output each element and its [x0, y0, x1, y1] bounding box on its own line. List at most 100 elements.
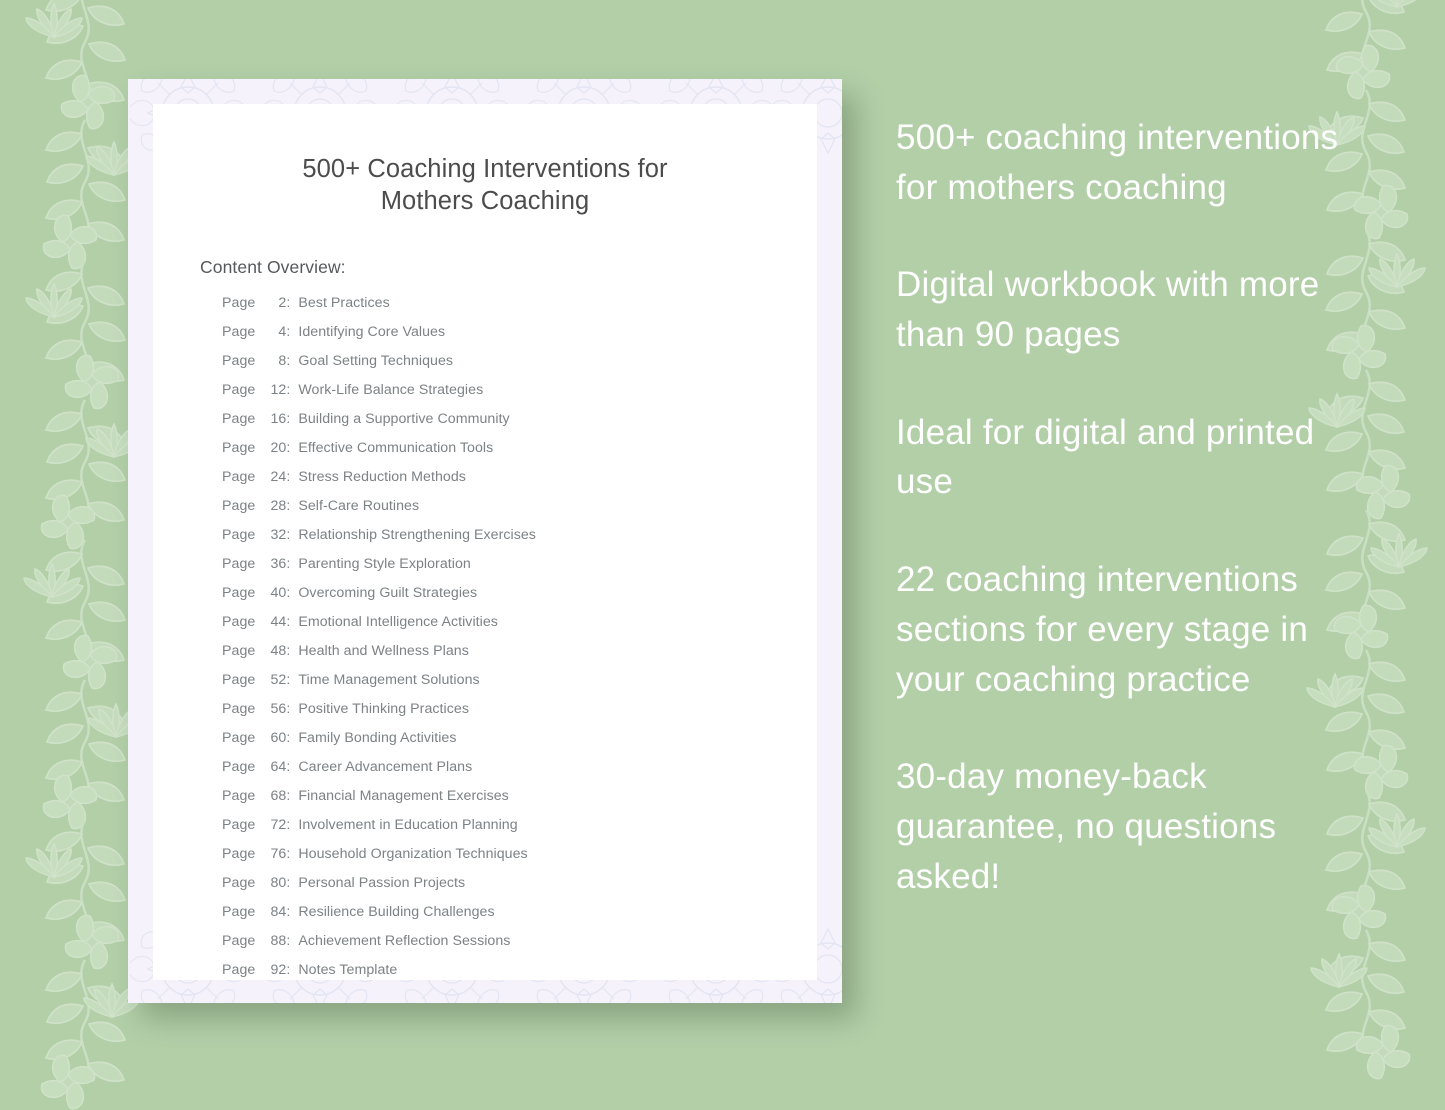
toc-colon: : — [286, 730, 291, 747]
toc-page-number: 4 — [278, 324, 287, 341]
page-title: 500+ Coaching Interventions for Mothers C… — [153, 104, 817, 217]
toc-entry-title: Self-Care Routines — [298, 498, 420, 515]
toc-row: Page 20: Effective Communication Tools — [222, 440, 817, 469]
toc-row: Page 64: Career Advancement Plans — [222, 759, 817, 788]
toc-row: Page 12: Work-Life Balance Strategies — [222, 382, 817, 411]
toc-entry-title: Notes Template — [298, 962, 398, 979]
toc-page-number: 28 — [270, 498, 287, 515]
toc-entry-title: Health and Wellness Plans — [298, 643, 469, 660]
toc-colon: : — [286, 585, 291, 602]
toc-page-word: Page — [222, 440, 256, 457]
toc-colon: : — [286, 295, 291, 312]
toc-row: Page 2: Best Practices — [222, 295, 817, 324]
toc-page-word: Page — [222, 730, 256, 747]
toc-page-word: Page — [222, 672, 256, 689]
marketing-copy-column: 500+ coaching interventions for mothers … — [896, 113, 1366, 901]
toc-colon: : — [286, 382, 291, 399]
toc-page-word: Page — [222, 324, 256, 341]
toc-row: Page 16: Building a Supportive Community — [222, 411, 817, 440]
toc-page-number: 52 — [270, 672, 287, 689]
toc-entry-title: Involvement in Education Planning — [298, 817, 518, 834]
toc-page-number: 92 — [270, 962, 287, 979]
toc-row: Page 52: Time Management Solutions — [222, 672, 817, 701]
toc-page-word: Page — [222, 962, 256, 979]
toc-page-word: Page — [222, 382, 256, 399]
toc-row: Page 92: Notes Template — [222, 962, 817, 991]
toc-page-number: 84 — [270, 904, 287, 921]
toc-page-number: 88 — [270, 933, 287, 950]
toc-colon: : — [286, 933, 291, 950]
toc-page-number: 48 — [270, 643, 287, 660]
toc-colon: : — [286, 672, 291, 689]
toc-page-word: Page — [222, 353, 256, 370]
toc-row: Page 84: Resilience Building Challenges — [222, 904, 817, 933]
toc-entry-title: Effective Communication Tools — [298, 440, 494, 457]
marketing-copy-block: 22 coaching interventions sections for e… — [896, 560, 1308, 699]
page-title-line-1: 500+ Coaching Interventions for — [302, 155, 668, 183]
toc-entry-title: Financial Management Exercises — [298, 788, 509, 805]
toc-page-word: Page — [222, 498, 256, 515]
toc-entry-title: Career Advancement Plans — [298, 759, 473, 776]
toc-page-number: 32 — [270, 527, 287, 544]
toc-colon: : — [286, 875, 291, 892]
toc-row: Page 36: Parenting Style Exploration — [222, 556, 817, 585]
toc-entry-title: Time Management Solutions — [298, 672, 480, 689]
toc-colon: : — [286, 904, 291, 921]
toc-page-word: Page — [222, 701, 256, 718]
toc-entry-title: Parenting Style Exploration — [298, 556, 471, 573]
toc-page-number: 24 — [270, 469, 287, 486]
toc-page-number: 16 — [270, 411, 287, 428]
toc-entry-title: Building a Supportive Community — [298, 411, 510, 428]
toc-row: Page 24: Stress Reduction Methods — [222, 469, 817, 498]
toc-page-number: 2 — [278, 295, 287, 312]
toc-row: Page 48: Health and Wellness Plans — [222, 643, 817, 672]
marketing-copy-block: 500+ coaching interventions for mothers … — [896, 118, 1339, 207]
toc-colon: : — [286, 411, 291, 428]
toc-page-number: 20 — [270, 440, 287, 457]
toc-colon: : — [286, 527, 291, 544]
toc-entry-title: Identifying Core Values — [298, 324, 446, 341]
toc-row: Page 72: Involvement in Education Planning — [222, 817, 817, 846]
toc-entry-title: Resilience Building Challenges — [298, 904, 495, 921]
toc-page-number: 80 — [270, 875, 287, 892]
toc-page-word: Page — [222, 469, 256, 486]
toc-page-number: 76 — [270, 846, 287, 863]
toc-colon: : — [286, 788, 291, 805]
toc-page-word: Page — [222, 556, 256, 573]
marketing-copy-block: Ideal for digital and printed use — [896, 412, 1315, 502]
toc-row: Page 32: Relationship Strengthening Exerci… — [222, 527, 817, 556]
toc-colon: : — [286, 469, 291, 486]
toc-colon: : — [286, 324, 291, 341]
toc-page-word: Page — [222, 933, 256, 950]
toc-entry-title: Family Bonding Activities — [298, 730, 457, 747]
toc-colon: : — [286, 440, 291, 457]
toc-page-word: Page — [222, 788, 256, 805]
toc-page-word: Page — [222, 295, 256, 312]
toc-page-number: 56 — [270, 701, 287, 718]
toc-colon: : — [286, 962, 291, 979]
document-sheet: 500+ Coaching Interventions for Mothers C… — [153, 104, 817, 980]
toc-row: Page 40: Overcoming Guilt Strategies — [222, 585, 817, 614]
marketing-copy-block: Digital workbook with more than 90 pages — [896, 265, 1320, 355]
toc-colon: : — [286, 498, 291, 515]
toc-entry-title: Best Practices — [298, 295, 390, 312]
toc-page-word: Page — [222, 759, 256, 776]
toc-page-word: Page — [222, 614, 256, 631]
toc-entry-title: Personal Passion Projects — [298, 875, 466, 892]
toc-colon: : — [286, 353, 291, 370]
toc-page-number: 40 — [270, 585, 287, 602]
toc-row: Page 28: Self-Care Routines — [222, 498, 817, 527]
toc-entry-title: Household Organization Techniques — [298, 846, 528, 863]
toc-entry-title: Work-Life Balance Strategies — [298, 382, 484, 399]
toc-page-word: Page — [222, 585, 256, 602]
toc-colon: : — [286, 759, 291, 776]
toc-entry-title: Relationship Strengthening Exercises — [298, 527, 536, 544]
toc-row: Page 44: Emotional Intelligence Activities — [222, 614, 817, 643]
toc-row: Page 88: Achievement Reflection Sessions — [222, 933, 817, 962]
toc-page-number: 68 — [270, 788, 287, 805]
toc-page-word: Page — [222, 817, 256, 834]
toc-page-number: 8 — [278, 353, 287, 370]
toc-row: Page 68: Financial Management Exercises — [222, 788, 817, 817]
toc-page-number: 72 — [270, 817, 287, 834]
toc-page-word: Page — [222, 846, 256, 863]
